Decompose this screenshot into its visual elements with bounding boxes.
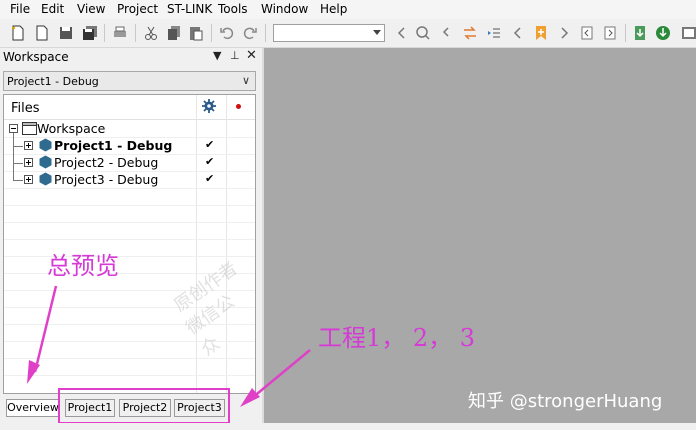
toolbar-separator [265,24,266,42]
tree-row-project1[interactable]: Project1 - Debug ✔ [4,137,255,154]
expand-icon[interactable] [24,175,33,184]
row-line [4,188,255,189]
indent-icon[interactable] [486,25,502,41]
back-icon[interactable] [394,25,410,41]
check-icon[interactable]: ✔ [205,155,214,168]
menu-st-link[interactable]: ST-LINK [167,2,212,16]
annotation-projects: 工程1， 2， 3 [318,324,476,352]
row-line [4,358,255,359]
configuration-select[interactable]: Project1 - Debug ∨ [3,71,256,91]
replace-icon[interactable] [438,25,454,41]
project-icon [39,155,52,169]
menu-view[interactable]: View [77,2,105,16]
toolbar [0,20,696,48]
save-icon[interactable] [58,25,74,41]
close-icon[interactable]: ✕ [246,48,257,63]
tree-row-project2[interactable]: Project2 - Debug ✔ [4,154,255,171]
project-label: Project2 - Debug [54,155,159,170]
print-icon[interactable] [112,25,128,41]
site-watermark: 知乎 @strongerHuang [468,391,663,412]
paste-icon[interactable] [188,25,204,41]
row-line [4,222,255,223]
workspace-title-bar: Workspace ▼ ⊥ ✕ [0,48,262,66]
copy-icon[interactable] [166,25,182,41]
menu-edit[interactable]: Edit [41,2,64,16]
check-icon[interactable]: ✔ [205,138,214,151]
files-header: Files [4,95,255,120]
undo-icon[interactable] [219,25,235,41]
row-line [4,375,255,376]
collapse-icon[interactable] [9,124,18,133]
editor-area [264,48,696,423]
tree-row-project3[interactable]: Project3 - Debug ✔ [4,171,255,188]
menu-file[interactable]: File [10,2,30,16]
tree-row-workspace[interactable]: Workspace [4,120,255,137]
menu-tools[interactable]: Tools [218,2,248,16]
make-icon[interactable] [680,25,696,41]
row-line [4,205,255,206]
project-icon [39,172,52,186]
next-icon[interactable] [556,25,572,41]
tabs-highlight-box [58,388,230,424]
panel-title: Workspace [3,50,69,64]
check-icon[interactable]: ✔ [205,172,214,185]
menu-bar: File Edit View Project ST-LINK Tools Win… [0,0,696,19]
cut-icon[interactable] [143,25,159,41]
project-label: Project1 - Debug [54,138,173,153]
redo-icon[interactable] [242,25,258,41]
find-icon[interactable] [415,25,431,41]
expand-icon[interactable] [24,158,33,167]
tree-root-label: Workspace [37,121,106,136]
prev-icon[interactable] [510,25,526,41]
goto-icon[interactable] [462,25,478,41]
find-combo[interactable] [273,24,385,42]
tab-overview[interactable]: Overview [6,399,60,417]
bookmark-icon[interactable] [533,25,549,41]
open-icon[interactable] [34,25,50,41]
toolbar-separator [104,24,105,42]
pin-icon[interactable]: ⊥ [230,49,240,62]
gear-icon[interactable] [202,99,216,113]
chevron-down-icon: ∨ [241,74,250,87]
toolbar-separator [211,24,212,42]
row-line [4,256,255,257]
file-tree: Files Workspace Project1 - Debug ✔ Proje… [3,94,256,394]
annotation-overview: 总预览 [47,252,119,280]
toolbar-separator [625,24,626,42]
toolbar-separator [135,24,136,42]
menu-help[interactable]: Help [320,2,347,16]
files-column-header[interactable]: Files [11,101,40,116]
download-icon[interactable] [632,25,648,41]
row-line [4,239,255,240]
workspace-icon [22,122,37,135]
panel-menu-icon[interactable]: ▼ [213,49,221,62]
chevron-down-icon [373,30,381,35]
configuration-value: Project1 - Debug [7,75,99,88]
expand-icon[interactable] [24,141,33,150]
status-strip [0,423,696,430]
project-icon [39,138,52,152]
menu-project[interactable]: Project [117,2,158,16]
project-label: Project3 - Debug [54,172,159,187]
download-debug-icon[interactable] [655,25,671,41]
breakpoint-dot-icon[interactable] [236,104,241,109]
new-file-icon[interactable] [10,25,26,41]
next-bookmark-icon[interactable] [602,25,618,41]
toggle-breakpoint-icon[interactable] [579,25,595,41]
menu-window[interactable]: Window [261,2,308,16]
save-all-icon[interactable] [82,25,98,41]
